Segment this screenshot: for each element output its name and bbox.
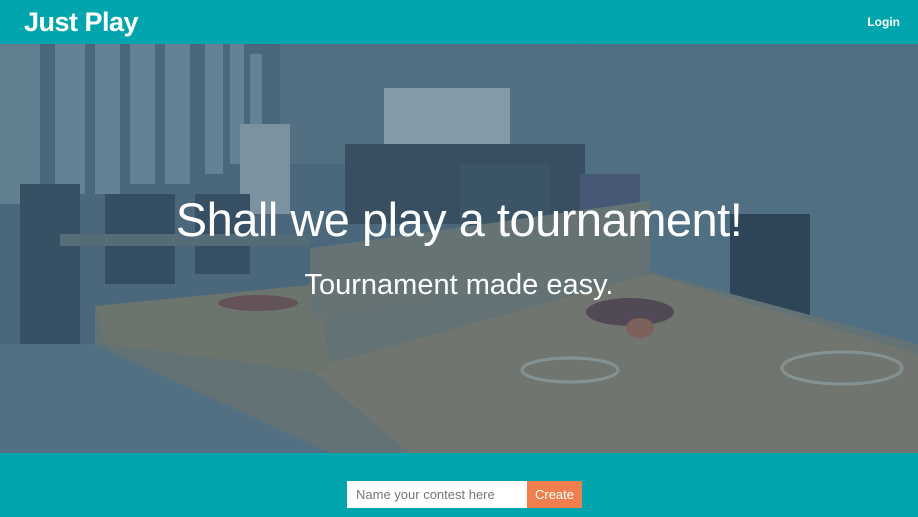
create-contest-bar: Create: [0, 453, 918, 517]
hero-title: Shall we play a tournament!: [175, 193, 743, 246]
hero-subtitle: Tournament made easy.: [304, 269, 614, 301]
hero-overlay: [0, 44, 918, 453]
navbar: Just Play Login: [0, 0, 918, 44]
create-button[interactable]: Create: [527, 481, 582, 508]
brand-logo[interactable]: Just Play: [24, 8, 139, 36]
login-link[interactable]: Login: [867, 15, 900, 29]
contest-name-input[interactable]: [347, 481, 527, 508]
hero-banner: Shall we play a tournament! Tournament m…: [0, 44, 918, 453]
